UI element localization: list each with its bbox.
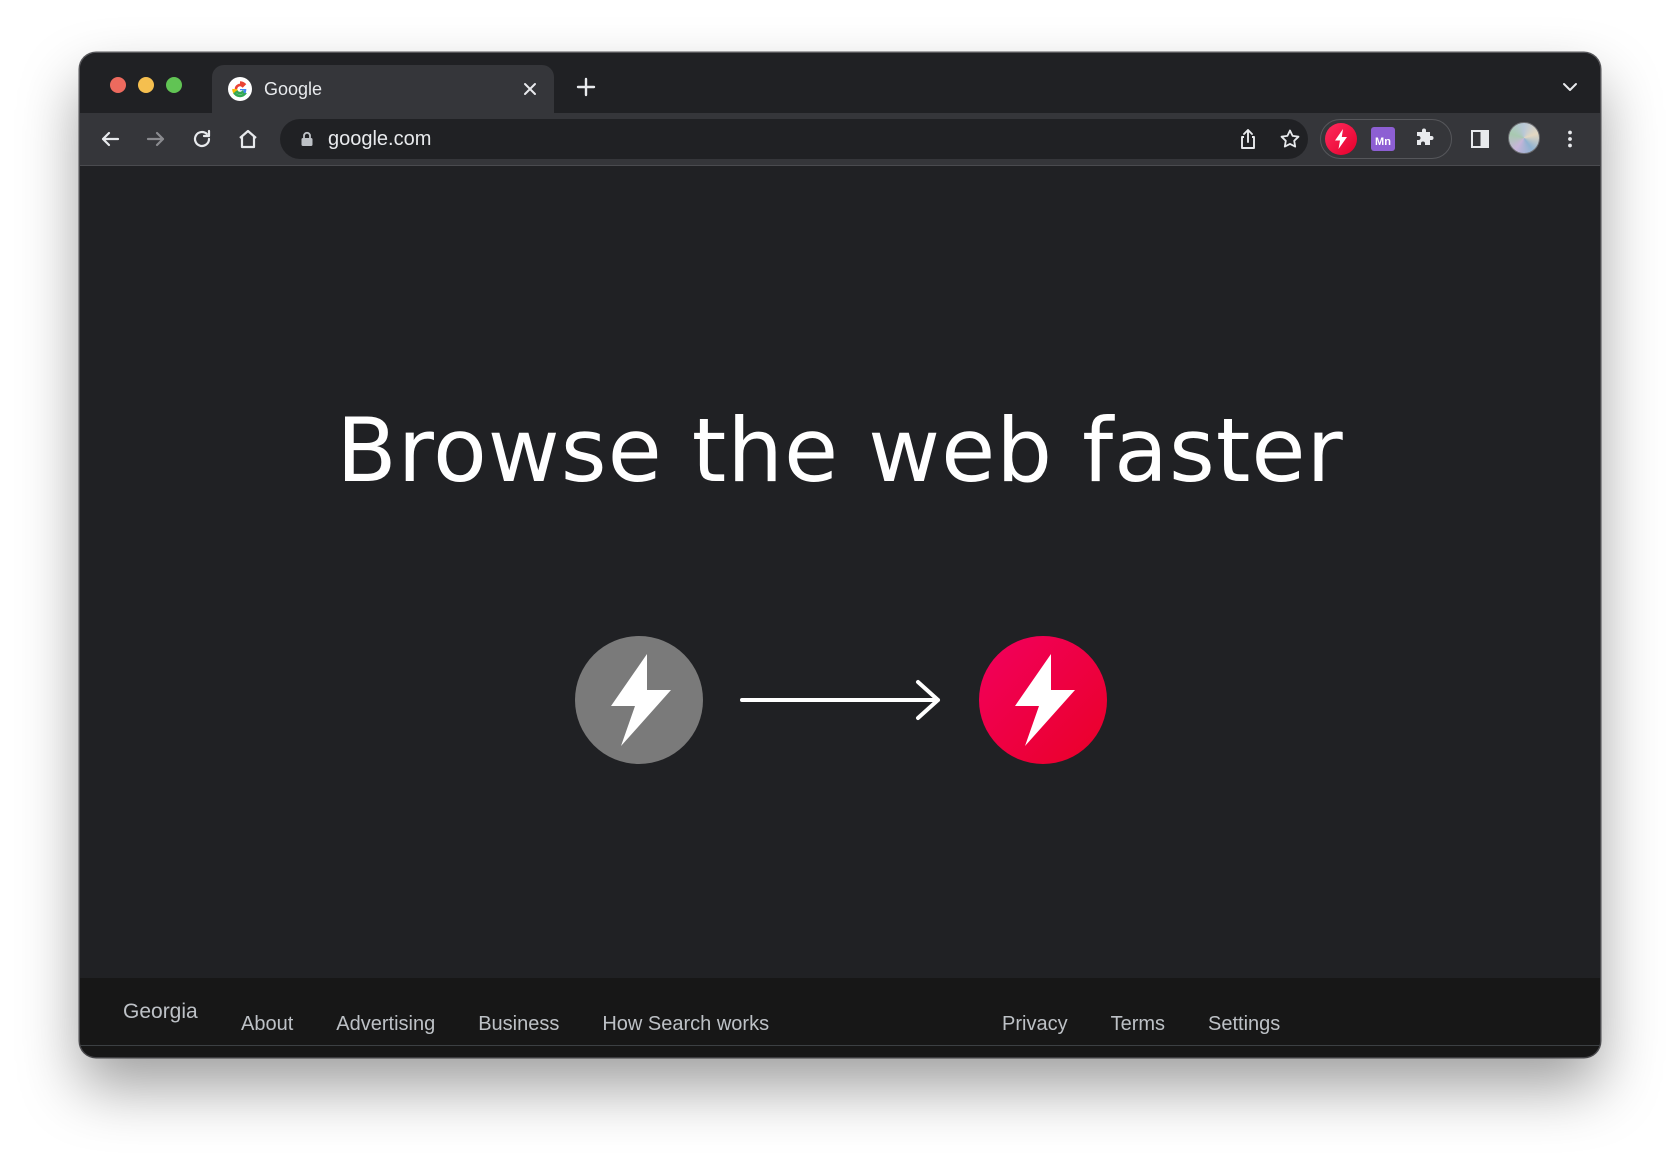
tab-title: Google xyxy=(264,79,323,99)
arrow-left-icon xyxy=(101,131,120,147)
star-icon[interactable] xyxy=(1278,127,1302,151)
home-button[interactable] xyxy=(232,123,264,155)
footer-link-how-search-works[interactable]: How Search works xyxy=(602,1012,769,1036)
address-bar[interactable]: google.com xyxy=(280,119,1308,159)
forward-button[interactable] xyxy=(140,123,172,155)
red-bolt-circle xyxy=(979,636,1107,764)
bolt-extension-button[interactable] xyxy=(1325,123,1357,155)
side-panel-icon xyxy=(1471,130,1489,148)
tab-strip: Google xyxy=(80,53,1600,113)
page-content: Browse the web faster xyxy=(80,166,1600,978)
reload-icon xyxy=(193,129,211,148)
lock-icon[interactable] xyxy=(298,130,316,148)
close-window-button[interactable] xyxy=(110,77,126,93)
footer-links-bar xyxy=(80,1046,1600,1057)
profile-avatar[interactable] xyxy=(1508,122,1540,154)
minimize-window-button[interactable] xyxy=(138,77,154,93)
toolbar: google.com Mn xyxy=(80,113,1600,166)
zoom-window-button[interactable] xyxy=(166,77,182,93)
footer-links-right: Privacy Terms Settings xyxy=(1002,1012,1323,1036)
mn-extension-button[interactable]: Mn xyxy=(1371,127,1395,151)
bolt-icon xyxy=(611,654,671,746)
footer-link-privacy[interactable]: Privacy xyxy=(1002,1012,1068,1036)
chevron-down-icon[interactable] xyxy=(1558,75,1582,99)
puzzle-icon[interactable] xyxy=(1413,127,1437,151)
menu-button[interactable] xyxy=(1554,123,1586,155)
pinned-extensions: Mn xyxy=(1320,119,1452,159)
footer-link-business[interactable]: Business xyxy=(478,1012,559,1036)
footer-link-about[interactable]: About xyxy=(241,1012,293,1036)
kebab-menu-icon xyxy=(1568,130,1572,148)
reload-button[interactable] xyxy=(186,123,218,155)
arrow-right-icon xyxy=(740,680,940,720)
close-tab-icon[interactable] xyxy=(520,79,540,99)
back-button[interactable] xyxy=(94,123,126,155)
footer-country: Georgia xyxy=(123,1000,198,1023)
url-text[interactable]: google.com xyxy=(328,127,431,151)
side-panel-button[interactable] xyxy=(1464,123,1496,155)
new-tab-icon[interactable] xyxy=(572,73,600,101)
footer-link-terms[interactable]: Terms xyxy=(1111,1012,1165,1036)
footer-link-settings[interactable]: Settings xyxy=(1208,1012,1280,1036)
bolt-icon xyxy=(1335,129,1347,149)
browser-window: Google google.com Mn Browse the web fast… xyxy=(80,53,1600,1057)
footer-link-advertising[interactable]: Advertising xyxy=(336,1012,435,1036)
gray-bolt-circle xyxy=(575,636,703,764)
google-g-icon xyxy=(228,77,252,101)
page-title: Browse the web faster xyxy=(336,399,1344,502)
footer-links-left: About Advertising Business How Search wo… xyxy=(241,1012,812,1036)
bolt-icon xyxy=(1015,654,1075,746)
arrow-right-icon xyxy=(146,131,165,147)
home-icon xyxy=(239,129,257,149)
share-icon[interactable] xyxy=(1236,127,1260,151)
tab-google[interactable]: Google xyxy=(212,65,554,113)
